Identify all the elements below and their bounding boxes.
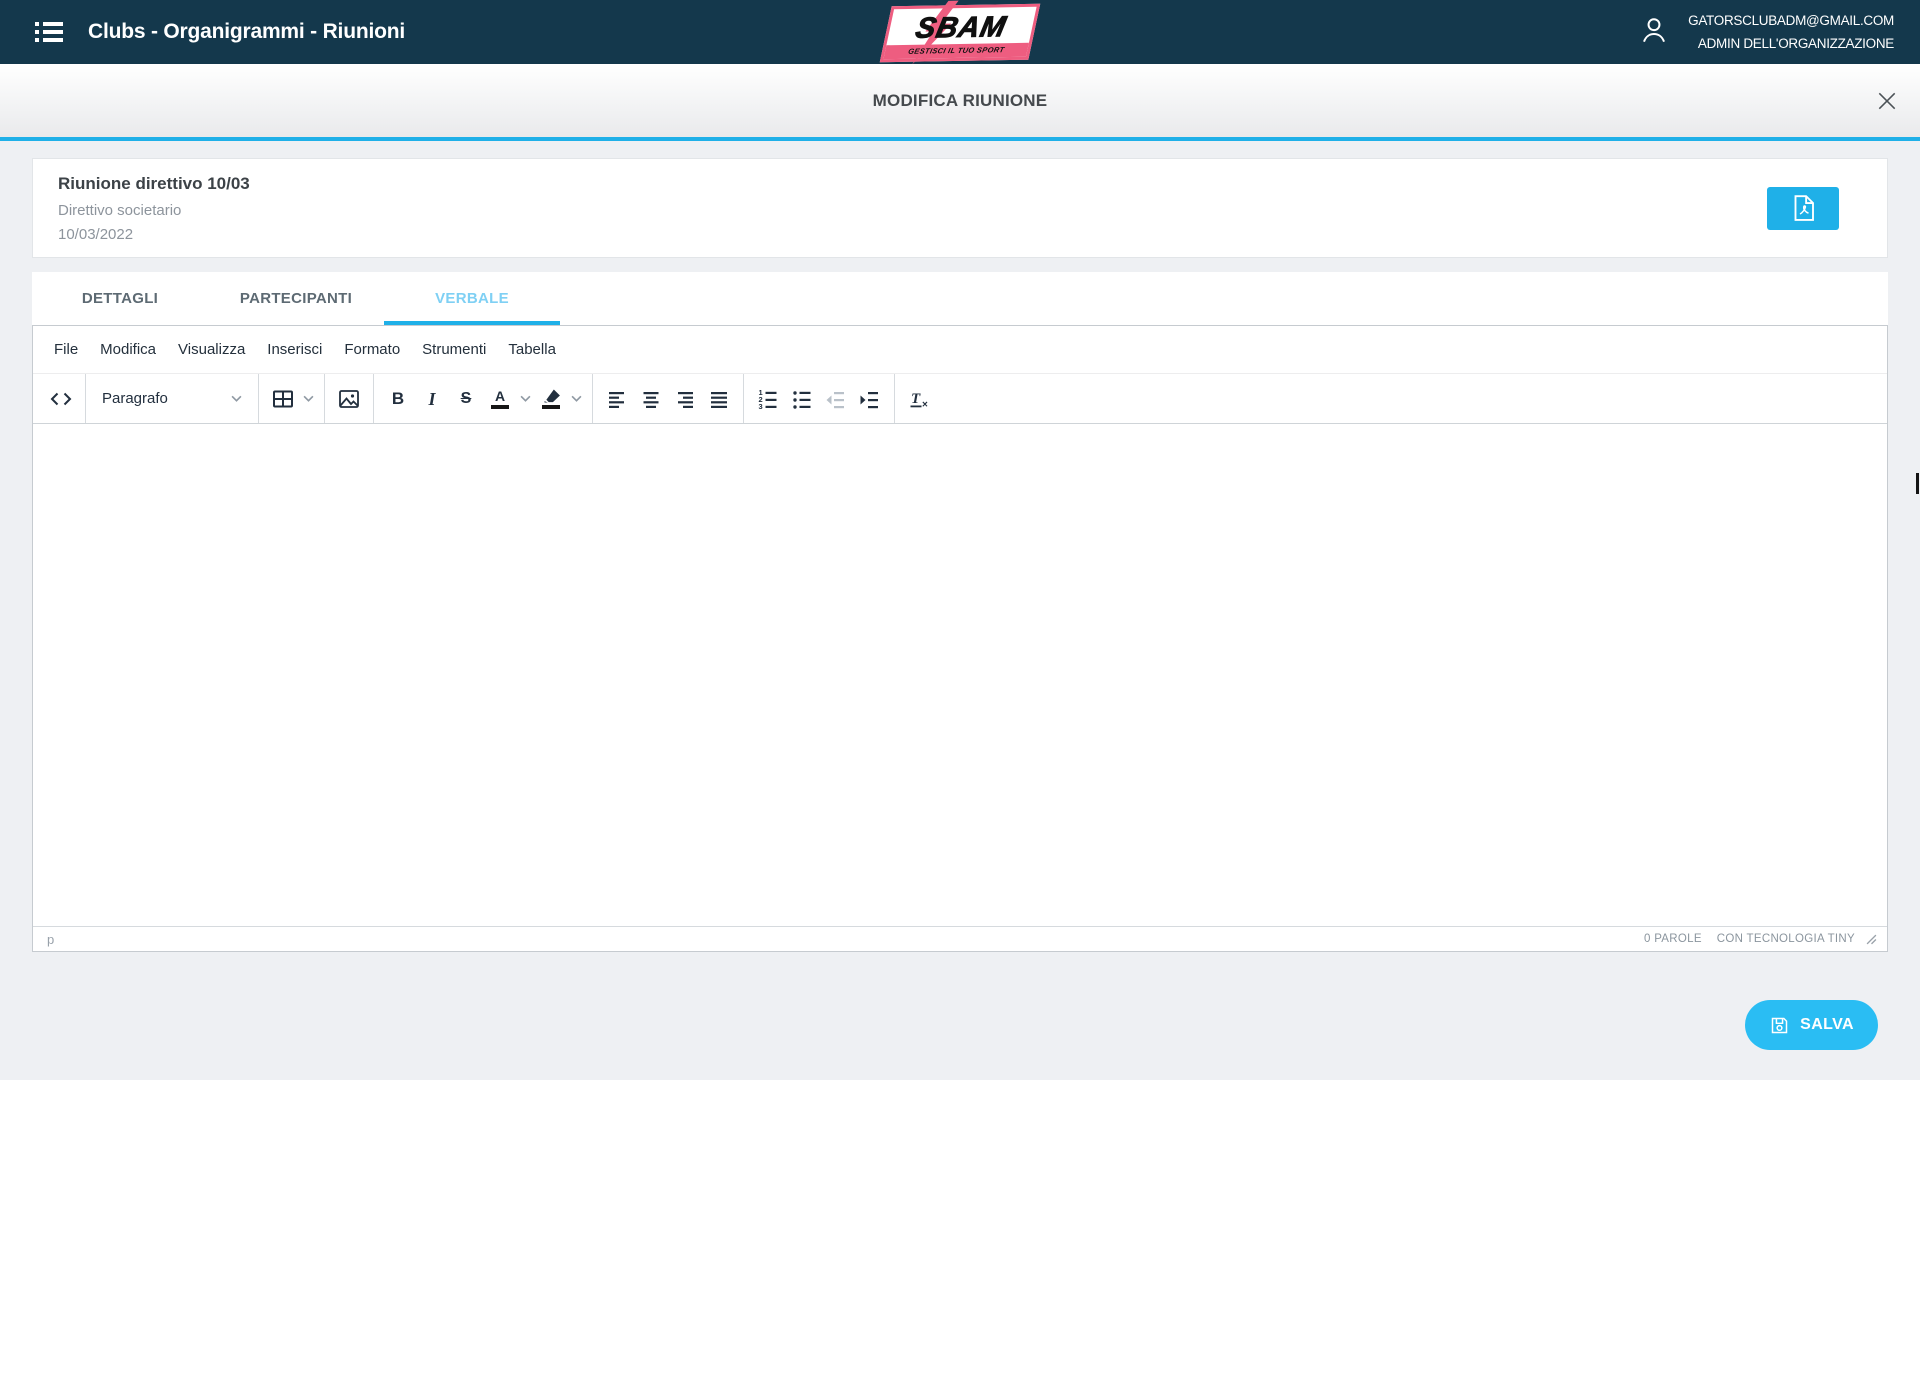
justify-button[interactable] (702, 382, 736, 416)
italic-icon: I (428, 388, 436, 409)
clear-formatting-button[interactable]: T × (902, 382, 936, 416)
logo-tagline: GESTISCI IL TUO SPORT (883, 42, 1029, 60)
chevron-down-icon (571, 395, 582, 402)
mouse-cursor-artifact (1916, 473, 1919, 494)
tab-dettagli[interactable]: DETTAGLI (32, 272, 208, 325)
meeting-type: Direttivo societario (58, 201, 182, 219)
numbered-list-button[interactable]: 1 2 3 (751, 382, 785, 416)
user-avatar-icon (1638, 14, 1670, 51)
align-left-button[interactable] (600, 382, 634, 416)
align-right-button[interactable] (668, 382, 702, 416)
menu-file[interactable]: File (43, 335, 89, 364)
meeting-card: Riunione direttivo 10/03 Direttivo socie… (32, 158, 1888, 258)
action-bar: SALVA (32, 1000, 1888, 1050)
editor-toolbar: Paragrafo B I S A 1 2 3 T × (33, 374, 1887, 424)
editor-menubar: File Modifica Visualizza Inserisci Forma… (33, 326, 1887, 374)
top-navbar: Clubs - Organigrammi - Riunioni SBAM GES… (0, 0, 1920, 65)
svg-text:×: × (922, 399, 928, 410)
menu-formato[interactable]: Formato (333, 335, 411, 364)
meeting-title: Riunione direttivo 10/03 (58, 173, 250, 193)
menu-tabella[interactable]: Tabella (497, 335, 567, 364)
align-center-button[interactable] (634, 382, 668, 416)
tab-bar: DETTAGLI PARTECIPANTI VERBALE (32, 272, 1888, 325)
table-button[interactable] (266, 382, 300, 416)
strikethrough-button[interactable]: S (449, 382, 483, 416)
highlight-color-menu-button[interactable] (568, 382, 585, 416)
sbam-logo: SBAM GESTISCI IL TUO SPORT (879, 0, 1041, 65)
user-role: ADMIN DELL'ORGANIZZAZIONE (1697, 35, 1894, 51)
strikethrough-icon: S (460, 389, 472, 407)
modal-title: MODIFICA RIUNIONE (872, 90, 1048, 110)
editor-resize-handle[interactable] (1866, 934, 1877, 945)
save-icon (1771, 1017, 1788, 1033)
resize-grip-icon (1866, 934, 1877, 944)
close-icon (1878, 92, 1896, 109)
source-code-icon (50, 392, 72, 405)
breadcrumb-title: Clubs - Organigrammi - Riunioni (88, 20, 405, 43)
rich-text-editor: File Modifica Visualizza Inserisci Forma… (32, 325, 1888, 952)
close-button[interactable] (1868, 82, 1906, 120)
word-count[interactable]: 0 PAROLE (1644, 933, 1702, 945)
highlighter-icon (542, 388, 561, 409)
menu-visualizza[interactable]: Visualizza (167, 335, 256, 364)
outdent-icon (826, 391, 844, 408)
justify-icon (711, 391, 727, 408)
outdent-button[interactable] (819, 382, 853, 416)
align-right-icon (678, 391, 693, 408)
logo-text: SBAM (912, 11, 1010, 46)
tab-partecipanti[interactable]: PARTECIPANTI (208, 272, 384, 325)
bold-button[interactable]: B (381, 382, 415, 416)
tab-verbale[interactable]: VERBALE (384, 272, 560, 325)
image-icon (339, 389, 359, 408)
export-pdf-button[interactable] (1767, 186, 1839, 230)
source-code-button[interactable] (44, 382, 78, 416)
indent-icon (860, 391, 878, 408)
numbered-list-icon: 1 2 3 (759, 388, 777, 411)
table-menu-button[interactable] (300, 382, 317, 416)
editor-statusbar: p 0 PAROLE CON TECNOLOGIA TINY (33, 926, 1887, 951)
menu-icon[interactable] (34, 19, 64, 45)
chevron-down-icon (520, 395, 531, 402)
align-left-icon (609, 391, 624, 408)
bullet-list-icon (793, 390, 811, 409)
align-center-icon (643, 391, 659, 408)
menu-inserisci[interactable]: Inserisci (256, 335, 333, 364)
svg-text:3: 3 (759, 402, 763, 411)
clear-formatting-icon: T × (910, 391, 928, 410)
meeting-date: 10/03/2022 (58, 225, 134, 243)
highlight-color-button[interactable] (534, 382, 568, 416)
menu-strumenti[interactable]: Strumenti (411, 335, 497, 364)
chevron-down-icon (303, 395, 314, 402)
text-color-menu-button[interactable] (517, 382, 534, 416)
text-color-icon: A (491, 389, 509, 409)
menu-modifica[interactable]: Modifica (89, 335, 167, 364)
chevron-down-icon (231, 395, 242, 402)
italic-button[interactable]: I (415, 382, 449, 416)
text-color-button[interactable]: A (483, 382, 517, 416)
user-menu[interactable]: GATORSCLUBADM@GMAIL.COM ADMIN DELL'ORGAN… (1638, 14, 1894, 51)
format-select-value: Paragrafo (102, 390, 168, 407)
user-email: GATORSCLUBADM@GMAIL.COM (1688, 13, 1894, 28)
element-path[interactable]: p (43, 932, 58, 947)
tinymce-branding-link[interactable]: CON TECNOLOGIA TINY (1717, 933, 1855, 945)
save-button[interactable]: SALVA (1745, 1000, 1878, 1050)
bold-icon: B (391, 389, 405, 408)
editor-content-area[interactable] (33, 424, 1887, 926)
table-icon (273, 390, 293, 407)
pdf-file-icon (1794, 195, 1814, 221)
format-select[interactable]: Paragrafo (93, 382, 251, 416)
svg-text:T: T (911, 391, 921, 407)
bullet-list-button[interactable] (785, 382, 819, 416)
modal-header: MODIFICA RIUNIONE (0, 64, 1920, 137)
modal-body: Riunione direttivo 10/03 Direttivo socie… (0, 141, 1920, 1080)
insert-image-button[interactable] (332, 382, 366, 416)
indent-button[interactable] (853, 382, 887, 416)
